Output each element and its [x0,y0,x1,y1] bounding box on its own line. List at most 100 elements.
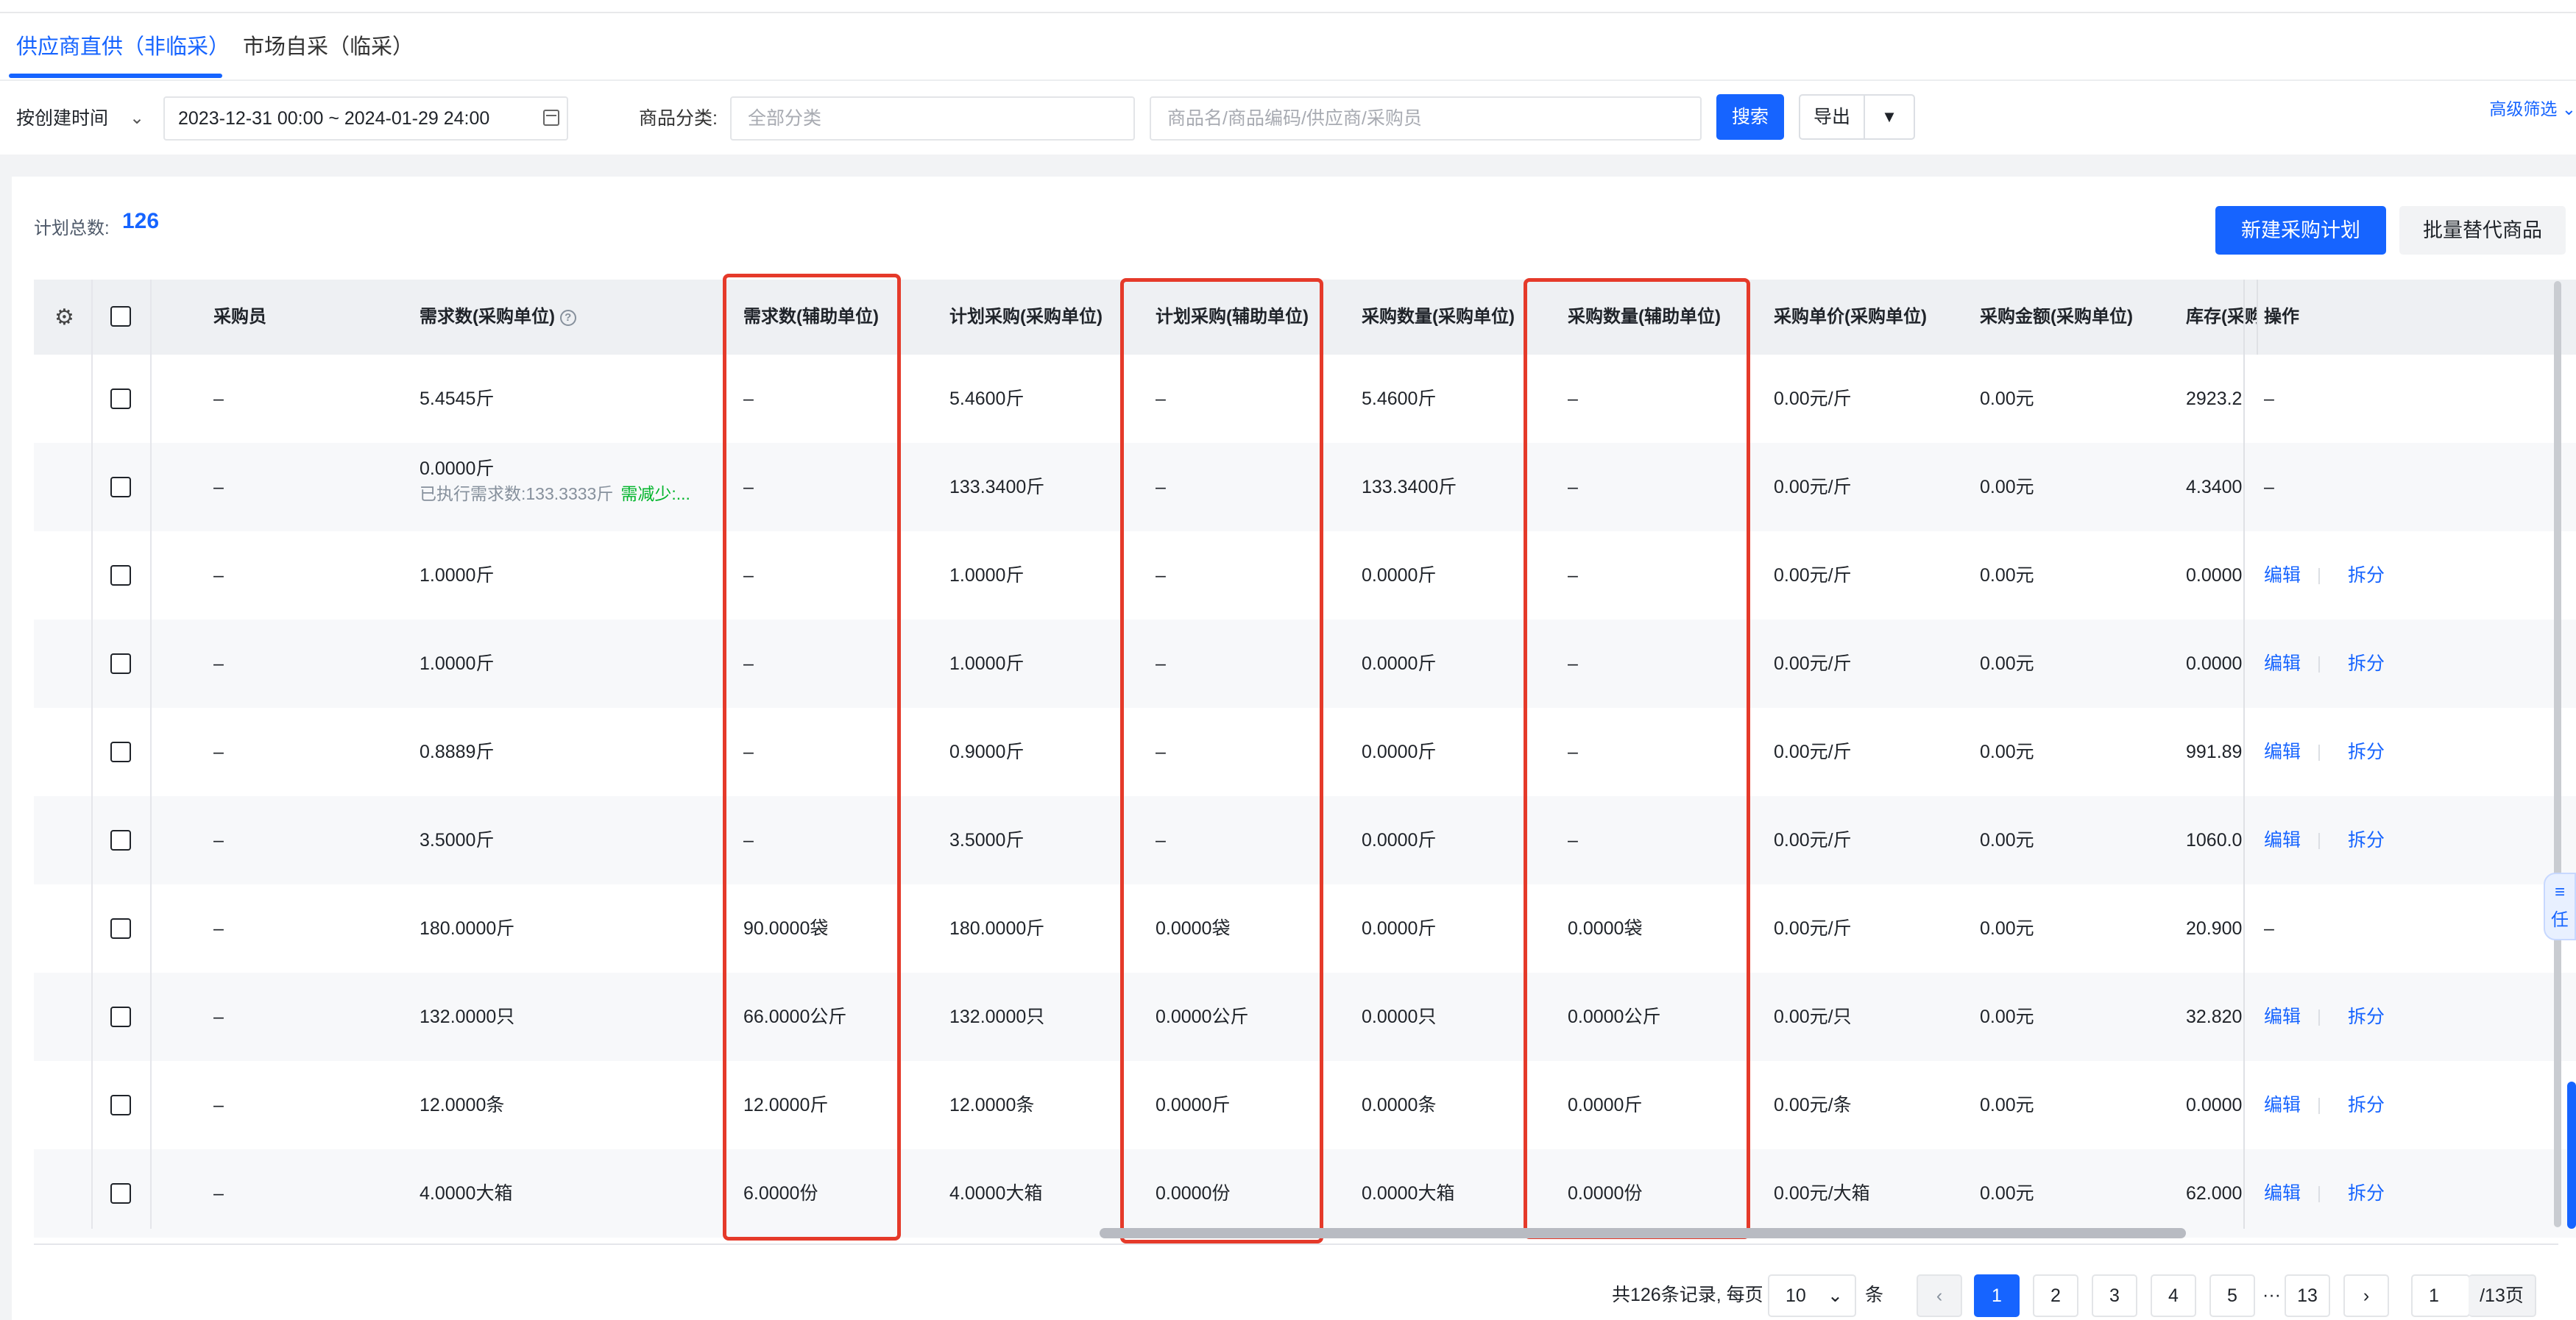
page-button-last[interactable]: 13 [2285,1274,2330,1317]
cell-demand: 5.4545斤 [420,388,495,409]
category-select[interactable]: 全部分类 [730,96,1135,141]
edit-link[interactable]: 编辑 [2264,796,2301,884]
page-jump-input[interactable]: 1 [2411,1274,2470,1317]
cell-amount: 0.00元 [1980,742,2034,762]
row-checkbox[interactable] [110,830,131,851]
cell-plan: 1.0000斤 [949,565,1025,586]
col-plan-unit: 计划采购(采购单位) [949,307,1103,327]
split-link[interactable]: 拆分 [2348,620,2385,708]
cell-demand: 0.8889斤 [420,742,495,762]
chevron-down-icon: ⌄ [1827,1285,1843,1306]
split-link[interactable]: 拆分 [2348,1149,2385,1238]
cell-price: 0.00元/斤 [1774,653,1852,674]
advanced-filter-link[interactable]: 高级筛选 ⌄ [2489,94,2576,124]
ops-cell: 编辑 拆分 [2245,973,2576,1061]
cell-plan: 4.0000大箱 [949,1183,1043,1204]
row-checkbox[interactable] [110,1007,131,1027]
col-buyer: 采购员 [213,307,266,327]
ops-cell: 编辑 拆分 [2245,1061,2576,1149]
edit-link[interactable]: 编辑 [2264,620,2301,708]
edit-link[interactable]: 编辑 [2264,531,2301,620]
horizontal-scrollbar[interactable] [1100,1228,2186,1238]
export-button[interactable]: 导出 [1799,94,1865,140]
col-demand-unit-label: 需求数(采购单位) [420,307,555,327]
col-demand-unit: 需求数(采购单位) ? [420,280,576,355]
time-type-select[interactable]: 按创建时间 [16,94,108,143]
cell-plan: 132.0000只 [949,1007,1045,1027]
col-ops: 操作 [2257,280,2299,355]
ops-empty: – [2264,388,2274,409]
ops-separator [2318,833,2320,849]
prev-page-button[interactable]: ‹ [1917,1274,1962,1317]
page-button-4[interactable]: 4 [2151,1274,2196,1317]
edit-link[interactable]: 编辑 [2264,1061,2301,1149]
page-button-2[interactable]: 2 [2033,1274,2078,1317]
side-widget-label: 任 [2551,910,2569,930]
edit-link[interactable]: 编辑 [2264,1149,2301,1238]
split-link[interactable]: 拆分 [2348,708,2385,796]
export-dropdown-caret-icon[interactable]: ▼ [1864,94,1915,140]
split-link[interactable]: 拆分 [2348,531,2385,620]
cell-plan: 5.4600斤 [949,388,1025,409]
row-checkbox[interactable] [110,742,131,762]
split-link[interactable]: 拆分 [2348,973,2385,1061]
search-button[interactable]: 搜索 [1716,94,1784,140]
ops-cell: 编辑 拆分 [2245,620,2576,708]
batch-replace-button[interactable]: 批量替代商品 [2399,206,2566,255]
next-page-button[interactable]: › [2343,1274,2389,1317]
page-size-select[interactable]: 10 ⌄ [1768,1274,1856,1317]
cell-plan: 133.3400斤 [949,477,1045,497]
filter-row: 按创建时间 ⌄ 2023-12-31 00:00 ~ 2024-01-29 24… [0,94,2576,143]
ops-separator [2318,1098,2320,1114]
cell-buyer: – [213,742,224,762]
cell-buyer: – [213,918,224,939]
cell-buyer: – [213,388,224,409]
side-task-widget[interactable]: ≡ 任 [2544,873,2576,940]
highlight-box-plan-aux [1120,278,1323,1243]
tab-supplier-direct[interactable]: 供应商直供（非临采） [16,13,230,81]
create-plan-button[interactable]: 新建采购计划 [2215,206,2386,255]
row-checkbox[interactable] [110,1183,131,1204]
row-checkbox[interactable] [110,477,131,497]
row-checkbox[interactable] [110,653,131,674]
page-button-5[interactable]: 5 [2209,1274,2255,1317]
row-checkbox[interactable] [110,565,131,586]
date-range-value: 2023-12-31 00:00 ~ 2024-01-29 24:00 [178,108,490,129]
help-icon[interactable]: ? [559,309,576,326]
page-button-3[interactable]: 3 [2092,1274,2137,1317]
reduce-demand-note[interactable]: 需减少:... [620,484,690,503]
edit-link[interactable]: 编辑 [2264,708,2301,796]
cell-qty: 0.0000斤 [1362,653,1437,674]
row-checkbox[interactable] [110,1095,131,1115]
ops-cell: – [2245,443,2576,531]
ops-separator [2318,1009,2320,1026]
split-link[interactable]: 拆分 [2348,1061,2385,1149]
table-bottom-border [34,1243,2558,1245]
highlight-box-qty-aux [1524,278,1750,1239]
edit-link[interactable]: 编辑 [2264,973,2301,1061]
cell-demand: 1.0000斤 [420,653,495,674]
split-link[interactable]: 拆分 [2348,796,2385,884]
select-all-checkbox[interactable] [110,306,131,327]
col-amount: 采购金额(采购单位) [1980,307,2133,327]
row-checkbox[interactable] [110,388,131,409]
ops-separator [2318,568,2320,584]
cell-demand: 3.5000斤 [420,830,495,851]
search-input[interactable]: 商品名/商品编码/供应商/采购员 [1150,96,1702,141]
column-settings-icon[interactable]: ⚙ [54,305,74,330]
date-range-picker[interactable]: 2023-12-31 00:00 ~ 2024-01-29 24:00 [163,96,568,141]
page-button-1[interactable]: 1 [1974,1274,2020,1317]
cell-buyer: – [213,830,224,851]
cell-buyer: – [213,1095,224,1115]
calendar-icon[interactable] [543,110,559,126]
chevron-down-icon[interactable]: ⌄ [130,94,144,143]
cell-plan: 180.0000斤 [949,918,1045,939]
col-qty-unit: 采购数量(采购单位) [1362,307,1515,327]
vertical-scrollbar[interactable] [2554,281,2561,1227]
row-checkbox[interactable] [110,918,131,939]
executed-demand-note: 已执行需求数:133.3333斤 [420,484,614,503]
tab-market-purchase[interactable]: 市场自采（临采） [243,13,414,81]
vertical-scrollbar-thumb[interactable] [2567,1082,2576,1229]
cell-buyer: – [213,1183,224,1204]
category-label: 商品分类: [639,108,718,129]
